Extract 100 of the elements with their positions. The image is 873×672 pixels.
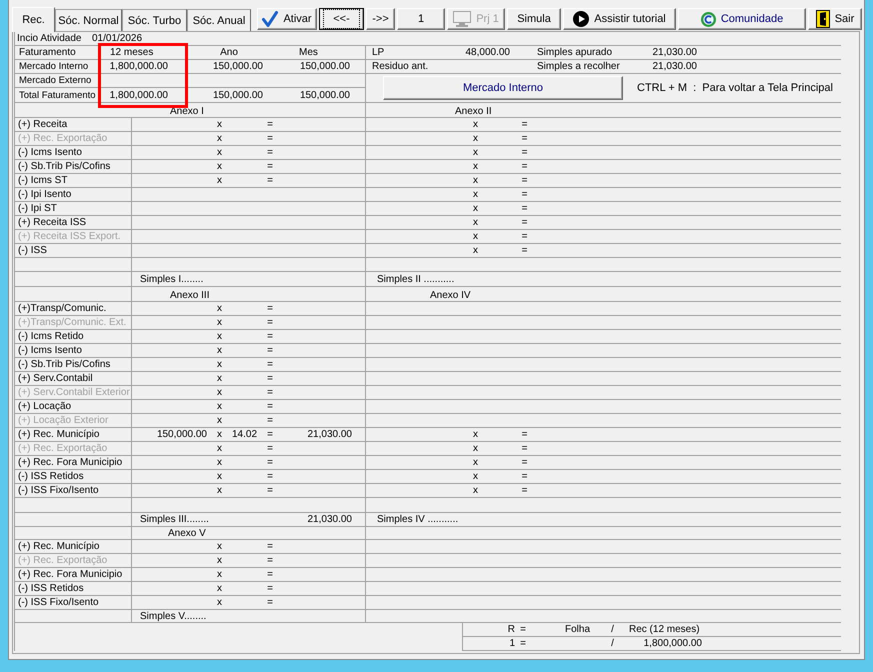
subtotal-label: Simples IV ........... bbox=[377, 514, 458, 525]
equals-sign: = bbox=[520, 638, 526, 649]
equals-sign: = bbox=[267, 303, 273, 314]
equals-sign: = bbox=[522, 443, 528, 454]
tab[interactable]: Sóc. Normal bbox=[55, 9, 122, 31]
multiply-sign: x bbox=[473, 175, 478, 186]
multiply-sign: x bbox=[473, 457, 478, 468]
column-header: Ano bbox=[220, 47, 238, 58]
row-label: (+) Rec. Fora Municipio bbox=[18, 457, 122, 468]
multiply-sign: x bbox=[473, 245, 478, 256]
row-label: (+) Serv.Contabil Exterior bbox=[18, 387, 130, 398]
play-icon bbox=[573, 11, 590, 27]
row-label: (+) Locação Exterior bbox=[18, 415, 108, 426]
equals-sign: = bbox=[267, 331, 273, 342]
equals-sign: = bbox=[267, 317, 273, 328]
equals-sign: = bbox=[267, 133, 273, 144]
field-label: Residuo ant. bbox=[372, 61, 428, 72]
multiply-sign: x bbox=[473, 471, 478, 482]
amount-text: 21,030.00 bbox=[652, 47, 697, 58]
equals-sign: = bbox=[520, 624, 526, 635]
equals-sign: = bbox=[522, 175, 528, 186]
multiply-sign: x bbox=[217, 133, 222, 144]
toolbar-button[interactable]: <<- bbox=[319, 8, 364, 30]
amount-text: 1,800,000.00 bbox=[110, 61, 168, 72]
row-label: (-) Ipi ST bbox=[18, 203, 57, 214]
equals-sign: = bbox=[267, 401, 273, 412]
shortcut-hint: CTRL + M : Para voltar a Tela Principal bbox=[637, 82, 833, 94]
toolbar-button[interactable]: Assistir tutorial bbox=[563, 8, 676, 30]
equals-sign: = bbox=[267, 415, 273, 426]
equals-sign: = bbox=[522, 471, 528, 482]
multiply-sign: x bbox=[473, 161, 478, 172]
multiply-sign: x bbox=[473, 133, 478, 144]
equals-sign: = bbox=[522, 245, 528, 256]
field-label: Simples apurado bbox=[537, 47, 612, 58]
row-label: (-) Icms Retido bbox=[18, 331, 84, 342]
multiply-sign: x bbox=[217, 345, 222, 356]
ratio-value: 1 bbox=[509, 638, 515, 649]
tab[interactable]: Sóc. Turbo bbox=[122, 9, 187, 31]
row-label: (-) Sb.Trib Pis/Cofins bbox=[18, 161, 110, 172]
equals-sign: = bbox=[267, 345, 273, 356]
multiply-sign: x bbox=[217, 583, 222, 594]
check-icon bbox=[262, 11, 278, 27]
tab[interactable]: Sóc. Anual bbox=[187, 9, 251, 31]
result-text: 21,030.00 bbox=[308, 429, 352, 440]
section-title: Anexo II bbox=[455, 106, 492, 117]
toolbar-button[interactable]: ->> bbox=[366, 8, 395, 30]
equals-sign: = bbox=[267, 161, 273, 172]
equals-sign: = bbox=[267, 457, 273, 468]
column-header: 12 meses bbox=[110, 47, 154, 58]
market-button[interactable]: Mercado Interno bbox=[383, 76, 623, 100]
equals-sign: = bbox=[522, 457, 528, 468]
multiply-sign: x bbox=[217, 359, 222, 370]
multiply-sign: x bbox=[217, 429, 222, 440]
row-label: (-) ISS bbox=[18, 245, 47, 256]
row-label: (-) Icms Isento bbox=[18, 345, 82, 356]
equals-sign: = bbox=[267, 555, 273, 566]
equals-sign: = bbox=[522, 147, 528, 158]
amount-text: 1,800,000.00 bbox=[644, 638, 702, 649]
amount-text: 1,800,000.00 bbox=[110, 90, 168, 100]
row-label: (+)Transp/Comunic. Ext. bbox=[18, 317, 126, 328]
subtotal-label: Simples II ........... bbox=[377, 274, 454, 284]
toolbar-button[interactable]: Comunidade bbox=[678, 8, 806, 30]
equals-sign: = bbox=[522, 485, 528, 496]
equals-sign: = bbox=[267, 471, 273, 482]
tab[interactable]: Rec. bbox=[12, 7, 55, 32]
multiply-sign: x bbox=[217, 541, 222, 552]
row-label: (+) Rec. Município bbox=[18, 429, 100, 440]
amount-text: 48,000.00 bbox=[466, 47, 510, 58]
equals-sign: = bbox=[267, 175, 273, 186]
ring-logo-icon bbox=[700, 12, 716, 26]
toolbar-button[interactable]: Sair bbox=[808, 8, 862, 30]
multiply-sign: x bbox=[217, 485, 222, 496]
subtotal-label: Simples I........ bbox=[140, 274, 204, 284]
toolbar-button[interactable]: Simula bbox=[507, 8, 561, 30]
multiply-sign: x bbox=[217, 569, 222, 580]
equals-sign: = bbox=[522, 217, 528, 228]
column-header: Rec (12 meses) bbox=[629, 624, 700, 635]
divide-sign: / bbox=[611, 624, 614, 635]
equals-sign: = bbox=[522, 429, 528, 440]
row-label: (+) Rec. Fora Municipio bbox=[18, 569, 122, 580]
multiply-sign: x bbox=[473, 203, 478, 214]
amount-text: 150,000.00 bbox=[300, 90, 350, 100]
exit-door-icon bbox=[816, 10, 830, 28]
equals-sign: = bbox=[267, 373, 273, 384]
section-title: Anexo IV bbox=[430, 290, 471, 301]
ratio-label: R bbox=[508, 624, 515, 635]
equals-sign: = bbox=[267, 147, 273, 158]
rate-text: 14.02 bbox=[232, 429, 258, 440]
toolbar-button[interactable]: Ativar bbox=[257, 8, 317, 30]
multiply-sign: x bbox=[217, 317, 222, 328]
equals-sign: = bbox=[267, 119, 273, 130]
equals-sign: = bbox=[522, 203, 528, 214]
equals-sign: = bbox=[522, 161, 528, 172]
multiply-sign: x bbox=[473, 119, 478, 130]
equals-sign: = bbox=[267, 541, 273, 552]
field-label: LP bbox=[372, 47, 384, 58]
toolbar-button[interactable]: 1 bbox=[397, 8, 445, 30]
equals-sign: = bbox=[267, 485, 273, 496]
row-label: Total Faturamento bbox=[19, 90, 96, 100]
equals-sign: = bbox=[267, 597, 273, 608]
